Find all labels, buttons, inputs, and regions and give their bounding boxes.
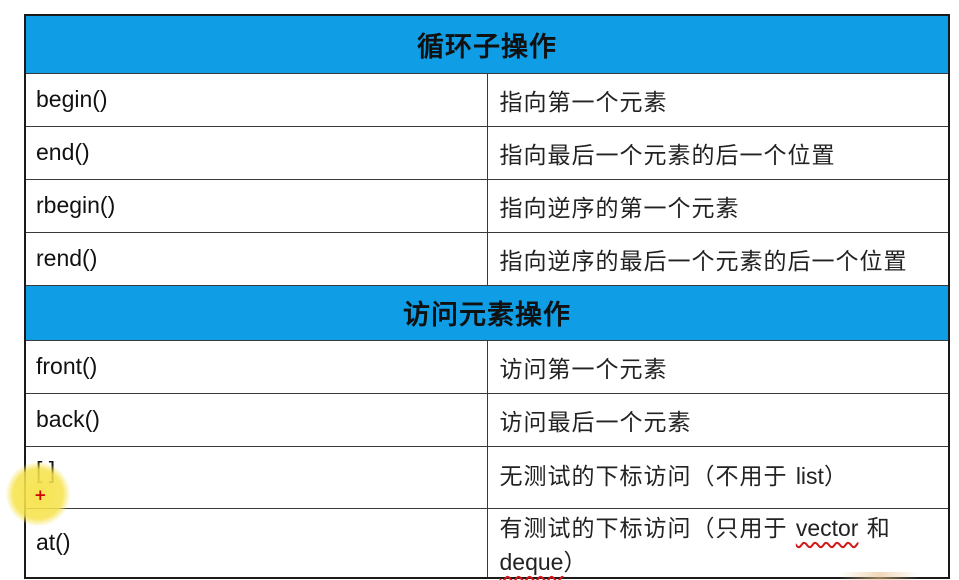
container-name-deque: deque: [499, 548, 564, 575]
function-name: rbegin(): [24, 178, 488, 233]
table-row: end() 指向最后一个元素的后一个位置: [24, 125, 950, 180]
table-row: rend() 指向逆序的最后一个元素的后一个位置: [24, 231, 950, 286]
description-text: 无测试的下标访问（不用于: [499, 463, 796, 490]
table-row: rbegin() 指向逆序的第一个元素: [24, 178, 950, 233]
container-name-vector: vector: [795, 514, 859, 541]
description-text: 有测试的下标访问（只用于: [499, 515, 796, 542]
section-header-element-access-ops: 访问元素操作: [24, 284, 950, 341]
function-description: 指向最后一个元素的后一个位置: [486, 125, 950, 180]
description-text-end: ）: [563, 549, 588, 576]
table-row: front() 访问第一个元素: [24, 339, 950, 394]
function-name: end(): [24, 125, 488, 180]
function-name: begin(): [24, 72, 488, 127]
section-title: 循环子操作: [24, 14, 950, 74]
table-row: [ ] 无测试的下标访问（不用于 list）: [24, 445, 950, 509]
function-description: 指向逆序的最后一个元素的后一个位置: [486, 231, 950, 286]
function-name: at(): [24, 507, 488, 578]
description-text-end: ）: [823, 463, 848, 490]
function-description: 指向逆序的第一个元素: [486, 178, 950, 233]
function-description: 访问第一个元素: [486, 339, 950, 394]
function-name: [ ]: [24, 445, 488, 509]
table-row: back() 访问最后一个元素: [24, 392, 950, 447]
description-connector: 和: [858, 515, 891, 542]
function-name: rend(): [24, 231, 488, 286]
corner-decoration: [839, 572, 919, 580]
table-row: at() 有测试的下标访问（只用于 vector 和 deque）: [24, 507, 950, 578]
slide: 循环子操作 begin() 指向第一个元素 end() 指向最后一个元素的后一个…: [0, 0, 959, 580]
function-name: front(): [24, 339, 488, 394]
function-description: 有测试的下标访问（只用于 vector 和 deque）: [486, 507, 950, 578]
container-name-list: list: [795, 462, 824, 489]
table-row: begin() 指向第一个元素: [24, 72, 950, 127]
function-description: 访问最后一个元素: [486, 392, 950, 447]
function-description: 无测试的下标访问（不用于 list）: [486, 445, 950, 509]
function-description: 指向第一个元素: [486, 72, 950, 127]
section-title: 访问元素操作: [24, 284, 950, 341]
section-header-iterator-ops: 循环子操作: [24, 14, 950, 74]
function-name: back(): [24, 392, 488, 447]
container-operations-table: 循环子操作 begin() 指向第一个元素 end() 指向最后一个元素的后一个…: [24, 14, 950, 579]
